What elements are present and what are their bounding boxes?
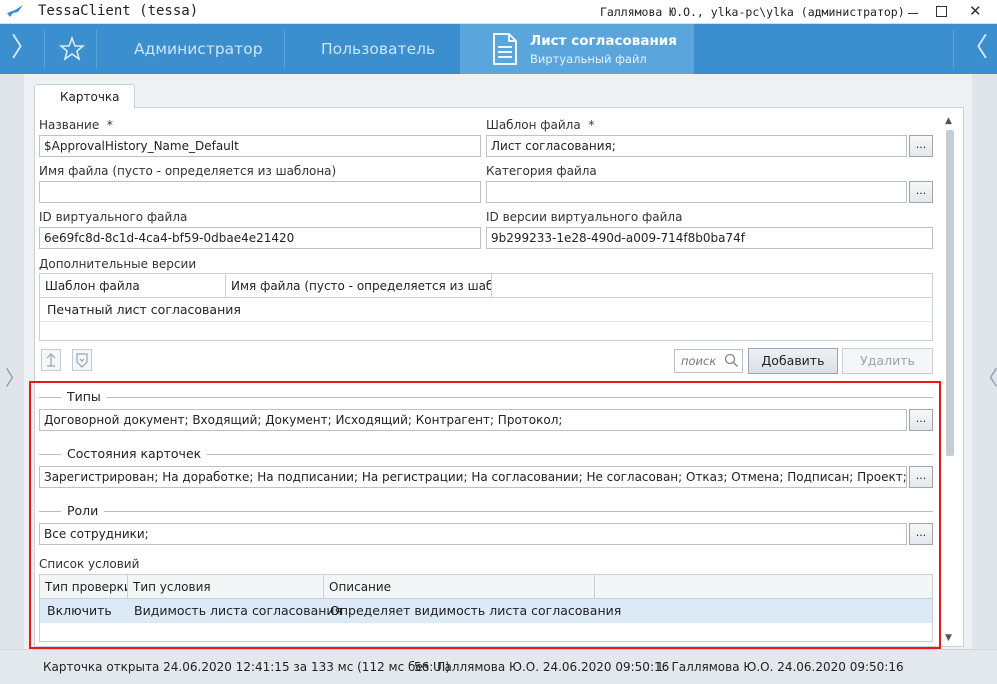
tessa-bird-icon [7, 5, 23, 17]
tab-user[interactable]: Пользователь [321, 24, 435, 74]
template-field[interactable]: Лист согласования; [486, 135, 907, 157]
user-info: Галлямова Ю.О., ylka-pc\ylka (администра… [600, 5, 905, 19]
search-icon [724, 353, 739, 368]
column-header[interactable]: Шаблон файла [40, 274, 226, 297]
window-title-bar: TessaClient (tessa) Галлямова Ю.О., ylka… [0, 0, 997, 24]
column-header[interactable]: Тип условия [128, 575, 324, 598]
maximize-button[interactable] [926, 0, 956, 24]
states-browse-button[interactable]: ... [909, 466, 933, 488]
chevron-left-icon: 〈 [978, 366, 997, 390]
roles-field[interactable]: Все сотрудники; [39, 523, 907, 545]
extra-versions-label: Дополнительные версии [39, 257, 197, 271]
category-label: Категория файла [486, 164, 597, 178]
roles-section-title: Роли [61, 503, 105, 518]
delete-button[interactable]: Удалить [842, 348, 933, 374]
table-cell [226, 298, 231, 302]
move-up-button[interactable] [41, 349, 61, 371]
template-browse-button[interactable]: ... [909, 135, 933, 157]
types-field[interactable]: Договорной документ; Входящий; Документ;… [39, 409, 907, 431]
name-field[interactable]: $ApprovalHistory_Name_Default [39, 135, 481, 157]
nav-separator [96, 30, 97, 68]
expand-right-panel-icon[interactable]: 〈 [955, 24, 995, 74]
status-version-created: 1: Галлямова Ю.О. 24.06.2020 09:50:16 [656, 660, 904, 674]
table-row[interactable]: Включить Видимость листа согласования Оп… [40, 599, 932, 623]
tab-administrator[interactable]: Администратор [134, 24, 263, 74]
name-label: Название * [39, 118, 113, 132]
table-cell: Включить [47, 603, 112, 618]
close-window-button[interactable]: ✕ [955, 0, 997, 24]
roles-browse-button[interactable]: ... [909, 523, 933, 545]
search-input[interactable]: поиск [674, 349, 743, 373]
scroll-up-icon[interactable]: ▲ [945, 116, 952, 126]
section-divider [39, 511, 933, 512]
category-browse-button[interactable]: ... [909, 181, 933, 203]
navigation-bar: 〉 Администратор Пользователь Лист соглас… [0, 24, 997, 74]
chevron-right-icon: 〉 [5, 366, 25, 390]
table-header: Шаблон файла Имя файла (пусто - определя… [40, 274, 932, 298]
status-opened: Карточка открыта 24.06.2020 12:41:15 за … [43, 660, 450, 674]
status-bar: Карточка открыта 24.06.2020 12:41:15 за … [0, 649, 997, 684]
states-section-title: Состояния карточек [61, 446, 208, 461]
table-cell: Определяет видимость листа согласования [330, 603, 622, 618]
filename-label: Имя файла (пусто - определяется из шабло… [39, 164, 337, 178]
section-divider [39, 397, 933, 398]
nav-separator [44, 30, 45, 68]
add-button[interactable]: Добавить [748, 348, 838, 374]
version-id-field[interactable]: 9b299233-1e28-490d-a009-714f8b0ba74f [486, 227, 933, 249]
filename-field[interactable] [39, 181, 481, 203]
column-header[interactable]: Тип проверки [40, 575, 128, 598]
app-title: TessaClient (tessa) [38, 3, 199, 19]
scroll-down-icon[interactable]: ▼ [945, 633, 952, 643]
states-field[interactable]: Зарегистрирован; На доработке; На подпис… [39, 466, 907, 488]
status-version-modified: 56: Галлямова Ю.О. 24.06.2020 09:50:16 [414, 660, 670, 674]
nav-separator [953, 30, 954, 68]
version-id-label: ID версии виртуального файла [486, 210, 683, 224]
move-down-button[interactable] [72, 349, 92, 371]
types-section-title: Типы [61, 389, 107, 404]
table-cell: Видимость листа согласования [134, 603, 343, 618]
scrollbar-thumb[interactable] [946, 130, 954, 456]
right-panel-strip[interactable]: 〈 [972, 74, 997, 649]
upload-icon [46, 353, 56, 367]
conditions-label: Список условий [39, 557, 140, 571]
active-tab-title: Лист согласования [530, 33, 677, 49]
tab-card[interactable]: Карточка [34, 84, 135, 108]
favorites-star-icon[interactable] [50, 24, 94, 74]
types-browse-button[interactable]: ... [909, 409, 933, 431]
column-header[interactable]: Имя файла (пусто - определяется из шабло… [226, 274, 492, 297]
conditions-table: Тип проверки Тип условия Описание Включи… [39, 574, 933, 642]
template-label: Шаблон файла * [486, 118, 595, 132]
search-placeholder: поиск [681, 354, 717, 368]
left-panel-strip[interactable]: 〉 [0, 74, 25, 649]
expand-left-panel-icon[interactable]: 〉 [4, 24, 44, 74]
category-field[interactable] [486, 181, 907, 203]
table-cell: Печатный лист согласования [47, 302, 241, 317]
document-icon [493, 33, 517, 65]
table-row[interactable]: Печатный лист согласования [40, 298, 932, 322]
virtual-file-id-field[interactable]: 6e69fc8d-8c1d-4ca4-bf59-0dbae4e21420 [39, 227, 481, 249]
extra-versions-table: Шаблон файла Имя файла (пусто - определя… [39, 273, 933, 341]
shield-icon [76, 353, 88, 368]
nav-separator [284, 30, 285, 68]
tab-approval-sheet[interactable]: Лист согласования Виртуальный файл [460, 24, 694, 74]
close-icon: ✕ [969, 2, 982, 20]
minimize-button[interactable] [898, 0, 928, 24]
table-header: Тип проверки Тип условия Описание [40, 575, 932, 599]
virtual-file-id-label: ID виртуального файла [39, 210, 188, 224]
column-header[interactable]: Описание [324, 575, 595, 598]
active-tab-subtitle: Виртуальный файл [530, 52, 647, 66]
